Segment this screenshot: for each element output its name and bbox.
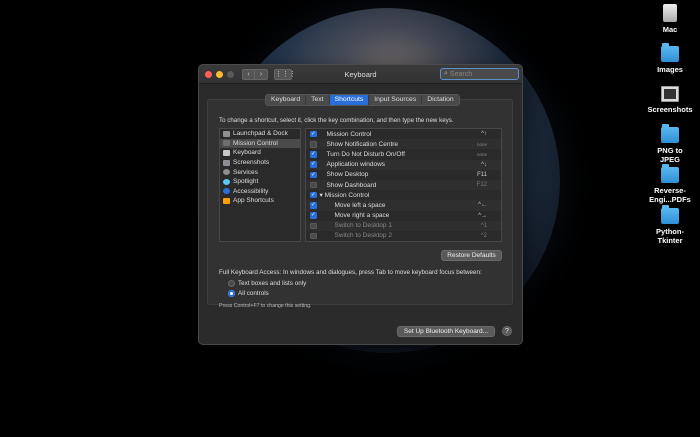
help-button[interactable]: ? (502, 326, 512, 336)
search-field[interactable]: ⌕ (440, 68, 519, 80)
instructions-text: To change a shortcut, select it, click t… (219, 117, 454, 124)
mission-control-icon (223, 140, 230, 147)
app-shortcuts-icon (223, 197, 230, 204)
shortcut-key[interactable]: ^2 (481, 233, 487, 239)
shortcut-row[interactable]: ✓ Move right a space ^→ (306, 211, 501, 221)
desktop-item-mac[interactable]: Mac (640, 4, 700, 34)
category-mission-control[interactable]: Mission Control (220, 138, 300, 149)
radio-all-controls[interactable]: All controls (228, 290, 269, 297)
shortcut-checkbox[interactable]: ✓ (310, 171, 317, 179)
shortcut-row[interactable]: ✓ Application windows ^↓ (306, 159, 501, 170)
screenshot-icon (661, 86, 679, 102)
shortcut-key[interactable]: none (477, 152, 487, 157)
desktop-item-png-to-jpeg[interactable]: PNG to JPEG (640, 124, 700, 164)
forward-button[interactable]: › (255, 68, 268, 80)
restore-defaults-button[interactable]: Restore Defaults (441, 250, 502, 261)
category-screenshots[interactable]: Screenshots (220, 158, 300, 168)
shortcut-checkbox[interactable] (310, 181, 317, 189)
accessibility-icon (223, 188, 230, 195)
category-keyboard[interactable]: Keyboard (220, 148, 300, 158)
shortcut-key[interactable]: ^→ (478, 213, 487, 219)
shortcut-row[interactable]: ✓ Show Desktop F11 (306, 170, 501, 180)
shortcut-checkbox[interactable]: ✓ (310, 161, 317, 168)
back-button[interactable]: ‹ (242, 68, 255, 80)
shortcut-checkbox[interactable] (310, 232, 317, 240)
spotlight-icon (223, 178, 230, 185)
folder-icon (661, 164, 679, 183)
shortcut-row[interactable]: Show Dashboard F12 (306, 179, 501, 191)
screenshots-icon (223, 159, 230, 166)
shortcut-row[interactable]: Switch to Desktop 2 ^2 (306, 231, 501, 241)
zoom-button[interactable] (227, 70, 234, 78)
tab-keyboard[interactable]: Keyboard (266, 95, 307, 105)
close-button[interactable] (205, 70, 212, 78)
desktop-item-screenshots[interactable]: Screenshots (640, 86, 700, 114)
shortcut-checkbox[interactable]: ✓ (310, 130, 317, 138)
navigation-buttons: ‹ › (242, 68, 268, 80)
folder-icon (661, 124, 679, 143)
press-hint-text: Press Control+F7 to change this setting. (219, 303, 312, 309)
bluetooth-keyboard-button[interactable]: Set Up Bluetooth Keyboard... (397, 326, 495, 337)
shortcut-checkbox[interactable]: ✓ (310, 191, 317, 199)
shortcut-row[interactable]: Switch to Desktop 1 ^1 (306, 220, 501, 231)
category-list: Launchpad & Dock Mission Control Keyboar… (219, 128, 301, 242)
shortcut-checkbox[interactable]: ✓ (310, 212, 317, 219)
shortcut-row[interactable]: ✓ Turn Do Not Disturb On/Off none (306, 149, 501, 159)
shortcut-key[interactable]: ^← (478, 202, 487, 208)
category-app-shortcuts[interactable]: App Shortcuts (220, 196, 300, 206)
launchpad-icon (223, 130, 230, 137)
tab-shortcuts[interactable]: Shortcuts (329, 95, 370, 105)
drive-icon (663, 4, 677, 22)
folder-icon (661, 205, 679, 224)
search-icon: ⌕ (444, 70, 448, 77)
shortcut-row[interactable]: Show Notification Centre none (306, 139, 501, 150)
tab-text[interactable]: Text (306, 95, 330, 105)
shortcut-key[interactable]: F11 (477, 172, 487, 178)
shortcut-key[interactable]: ^1 (481, 223, 487, 229)
shortcut-checkbox[interactable] (310, 222, 317, 230)
search-input[interactable] (449, 70, 510, 78)
shortcut-row[interactable]: ✓ Move left a space ^← (306, 200, 501, 211)
radio-text-boxes-lists[interactable]: Text boxes and lists only (228, 280, 306, 287)
tab-dictation[interactable]: Dictation (422, 95, 459, 105)
category-accessibility[interactable]: Accessibility (220, 187, 300, 197)
shortcut-checkbox[interactable] (310, 141, 317, 148)
gear-icon (223, 169, 230, 176)
title-bar[interactable]: ‹ › ⋮⋮⋮ Keyboard ⌕ (199, 65, 522, 84)
shortcut-checkbox[interactable]: ✓ (310, 202, 317, 209)
desktop-item-python-tkinter[interactable]: Python-Tkinter (640, 205, 700, 245)
show-all-button[interactable]: ⋮⋮⋮ (274, 68, 296, 80)
minimize-button[interactable] (216, 70, 223, 78)
shortcut-list: ✓ Mission Control ^↑ Show Notification C… (305, 128, 502, 242)
shortcut-key[interactable]: F12 (477, 182, 487, 188)
tab-bar: Keyboard Text Shortcuts Input Sources Di… (265, 94, 460, 106)
shortcut-key[interactable]: ^↑ (481, 131, 487, 137)
radio-button-unselected[interactable] (228, 280, 235, 287)
category-launchpad-dock[interactable]: Launchpad & Dock (220, 129, 300, 139)
shortcut-group-row[interactable]: ✓ ▾ Mission Control (306, 190, 501, 200)
tab-input-sources[interactable]: Input Sources (369, 95, 423, 105)
category-spotlight[interactable]: Spotlight (220, 177, 300, 187)
shortcut-key[interactable]: none (477, 142, 487, 147)
folder-icon (661, 43, 679, 62)
category-services[interactable]: Services (220, 167, 300, 177)
full-keyboard-access-text: Full Keyboard Access: In windows and dia… (219, 269, 482, 276)
desktop-item-images[interactable]: Images (640, 43, 700, 74)
shortcut-key[interactable]: ^↓ (481, 162, 487, 168)
shortcut-row[interactable]: ✓ Mission Control ^↑ (306, 129, 501, 139)
keyboard-icon (223, 149, 230, 156)
desktop-item-reverse-engi-pdfs[interactable]: Reverse-Engi...PDFs (640, 164, 700, 204)
window-controls (205, 70, 234, 78)
shortcut-checkbox[interactable]: ✓ (310, 151, 317, 158)
radio-button-selected[interactable] (228, 290, 235, 297)
